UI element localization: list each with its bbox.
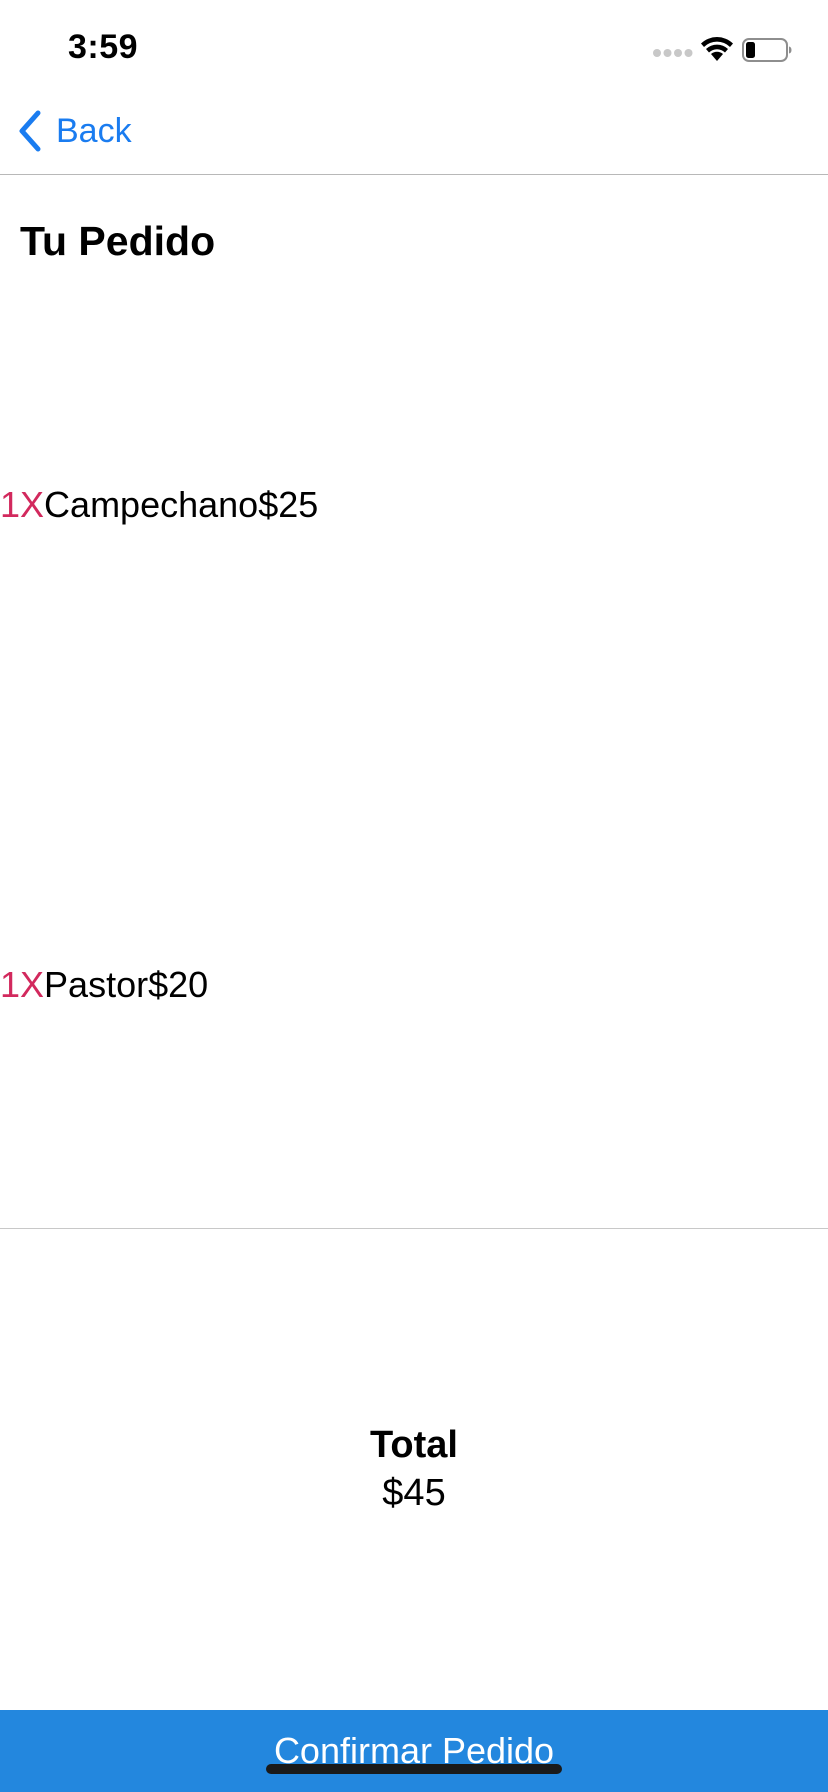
- item-price: $20: [148, 964, 209, 1005]
- nav-divider: [0, 174, 828, 175]
- cellular-signal-icon: [653, 49, 693, 57]
- item-quantity: 1X: [0, 484, 45, 525]
- order-item-campechano: 1X Campechano $25: [0, 484, 318, 534]
- item-price: $25: [258, 484, 319, 525]
- wifi-icon: [701, 37, 733, 61]
- order-item-pastor: 1X Pastor $20: [0, 964, 208, 1014]
- home-indicator[interactable]: [266, 1764, 562, 1774]
- back-button[interactable]: Back: [16, 106, 132, 156]
- item-quantity: 1X: [0, 964, 45, 1005]
- item-name: Pastor: [44, 964, 149, 1005]
- page-title: Tu Pedido: [20, 218, 216, 264]
- back-label: Back: [56, 111, 132, 150]
- chevron-left-icon: [19, 110, 41, 152]
- confirm-order-button[interactable]: Confirmar Pedido: [0, 1710, 828, 1792]
- order-divider: [0, 1228, 828, 1229]
- battery-icon: [742, 38, 792, 62]
- status-time: 3:59: [68, 28, 139, 66]
- total-value: $45: [382, 1472, 446, 1514]
- item-name: Campechano: [44, 484, 259, 525]
- total-label: Total: [370, 1424, 458, 1466]
